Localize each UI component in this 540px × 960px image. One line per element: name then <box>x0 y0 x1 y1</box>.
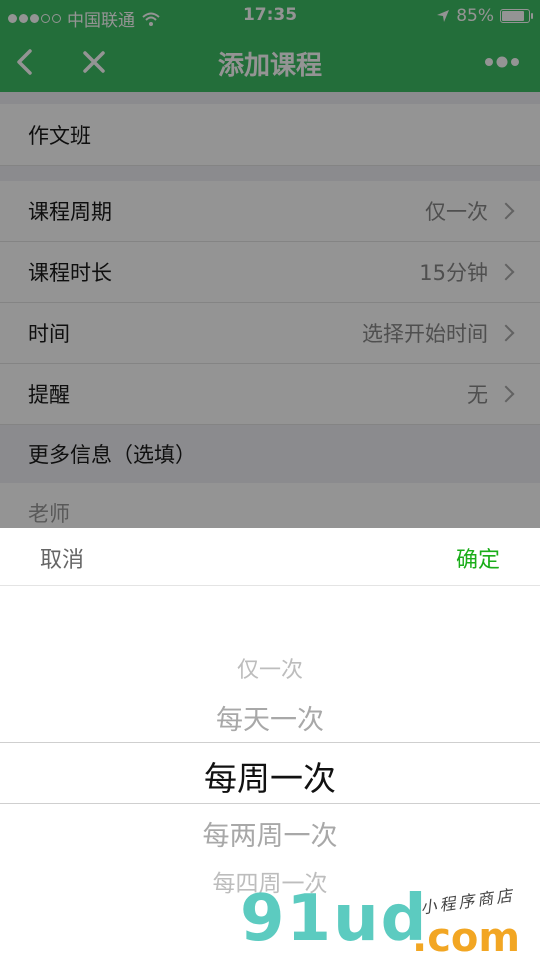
picker-selection-line-bottom <box>0 803 540 804</box>
confirm-button[interactable]: 确定 <box>456 542 500 574</box>
picker-option[interactable]: 仅一次 <box>0 652 540 684</box>
watermark-text: 91ud <box>240 882 429 956</box>
picker-option[interactable]: 每天一次 <box>0 698 540 737</box>
modal-overlay[interactable] <box>0 0 540 528</box>
picker-option[interactable]: 每两周一次 <box>0 814 540 853</box>
picker-option-selected[interactable]: 每周一次 <box>0 752 540 800</box>
picker-selection-line-top <box>0 742 540 743</box>
watermark-tld: .com <box>412 915 521 960</box>
watermark-brand: 91ud <box>240 882 428 956</box>
cancel-button[interactable]: 取消 <box>40 542 84 574</box>
picker-toolbar: 取消 确定 <box>0 528 540 586</box>
